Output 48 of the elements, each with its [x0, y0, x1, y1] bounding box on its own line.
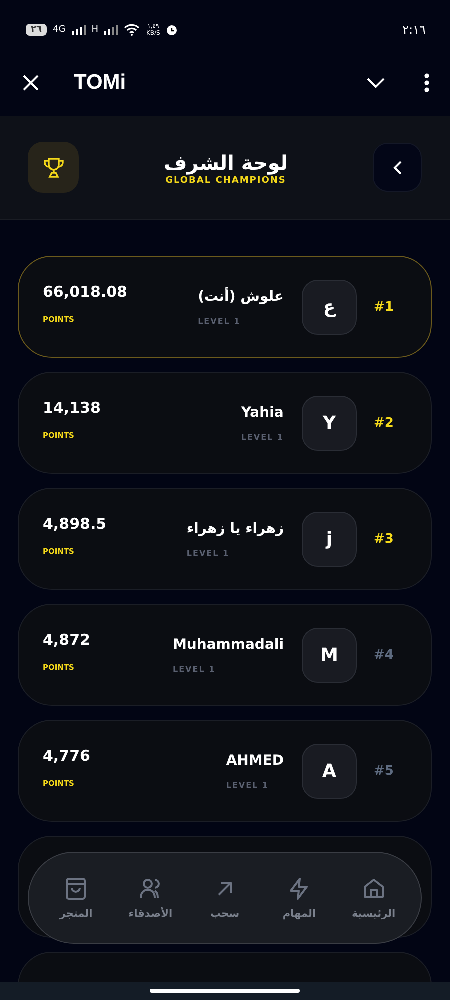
- level-label: LEVEL 1: [241, 432, 284, 442]
- chevron-right-icon: [392, 160, 402, 176]
- nav-tab[interactable]: سحب: [192, 876, 258, 920]
- close-icon[interactable]: [22, 74, 40, 92]
- rank-label: #5: [373, 764, 395, 778]
- level-label: LEVEL 1: [198, 316, 241, 326]
- points-value: 4,872: [43, 631, 90, 649]
- nav-tab[interactable]: الرئيسية: [340, 876, 407, 920]
- clock-time: ٢:١٦: [402, 23, 426, 37]
- rank-label: #2: [373, 416, 395, 430]
- signal-icon: [104, 25, 118, 35]
- page-title: لوحة الشرف: [164, 150, 288, 176]
- avatar-initial: Y: [302, 396, 357, 450]
- network-label: H: [92, 25, 98, 35]
- trophy-button[interactable]: [28, 142, 79, 193]
- chevron-down-icon[interactable]: [366, 77, 386, 89]
- level-label: LEVEL 1: [186, 548, 230, 558]
- points-value: 66,018.08: [43, 283, 128, 301]
- avatar-initial: j: [302, 512, 357, 566]
- player-name: Yahia: [241, 404, 284, 420]
- level-label: LEVEL 1: [172, 664, 216, 674]
- nav-tab[interactable]: المتجر: [43, 876, 110, 920]
- points-value: 14,138: [43, 399, 101, 417]
- player-name: Muhammadali: [172, 636, 284, 652]
- avatar-initial: A: [302, 744, 357, 798]
- points-value: 4,898.5: [43, 515, 107, 533]
- player-name: AHMED: [226, 752, 284, 768]
- rank-label: #1: [373, 300, 395, 314]
- network-label: 4G: [53, 25, 66, 35]
- nav-tab[interactable]: الأصدقاء: [118, 876, 184, 920]
- avatar-initial: M: [302, 628, 357, 682]
- nav-tab[interactable]: المهام: [266, 876, 332, 920]
- avatar-initial: ع: [302, 280, 357, 334]
- signal-icon: [72, 25, 86, 35]
- more-icon[interactable]: [424, 73, 430, 93]
- home-handle[interactable]: [150, 989, 300, 993]
- alarm-icon: [166, 24, 178, 36]
- page-subtitle: GLOBAL CHAMPIONS: [166, 176, 286, 186]
- app-title: TOMi: [74, 71, 126, 95]
- wifi-icon: [124, 24, 140, 36]
- battery-icon: ٢٦: [26, 24, 47, 36]
- level-label: LEVEL 1: [226, 780, 269, 790]
- player-name: علوش (أنت): [198, 288, 284, 304]
- rank-label: #3: [373, 532, 395, 546]
- player-name: زهراء يا زهراء: [186, 520, 284, 536]
- trophy-icon: [42, 156, 64, 178]
- rank-label: #4: [373, 648, 395, 662]
- points-value: 4,776: [43, 747, 90, 765]
